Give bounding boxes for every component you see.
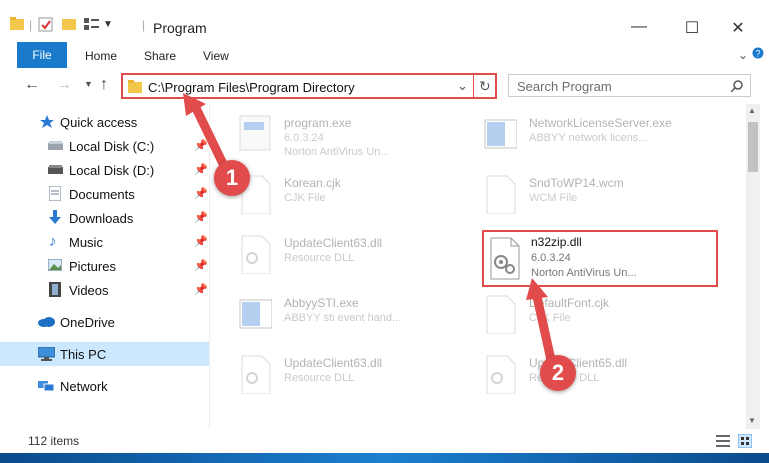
step-badge-2: 2 xyxy=(540,355,576,391)
step-badge-1: 1 xyxy=(214,160,250,196)
arrow-2-head xyxy=(526,278,548,300)
arrow-1-shaft xyxy=(190,101,231,175)
arrow-2-shaft xyxy=(531,287,556,365)
callout-arrows xyxy=(183,93,556,365)
